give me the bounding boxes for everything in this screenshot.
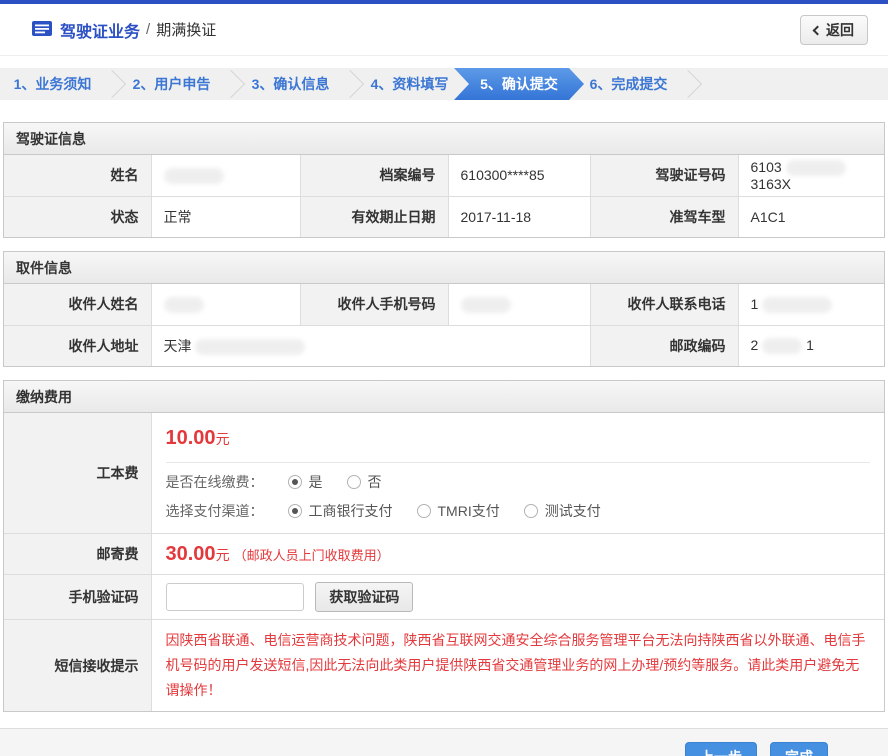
name-label: 姓名 xyxy=(4,155,151,196)
post-fee-note: （邮政人员上门收取费用） xyxy=(234,548,390,563)
steps-bar-filler xyxy=(695,68,888,100)
post-fee-label: 邮寄费 xyxy=(4,534,151,575)
postcode-value: 2 1 xyxy=(738,325,884,366)
step-confirm-info[interactable]: 3、确认信息 xyxy=(238,68,343,100)
blurred-value xyxy=(164,297,204,313)
expiry-label: 有效期止日期 xyxy=(300,196,448,237)
channel-test-radio[interactable] xyxy=(524,504,538,518)
get-code-button[interactable]: 获取验证码 xyxy=(315,582,413,612)
online-pay-no-label[interactable]: 否 xyxy=(368,472,382,492)
app-header: 驾驶证业务 / 期满换证 返回 xyxy=(0,4,888,56)
status-value: 正常 xyxy=(151,196,300,237)
blurred-value xyxy=(762,297,832,313)
table-row: 短信接收提示 因陕西省联通、电信运营商技术问题，陕西省互联网交通安全综合服务管理… xyxy=(4,620,884,712)
work-fee-cell: 10.00元 是否在线缴费： 是 否 选择支付渠道： 工商银行支付 TMRI支付 xyxy=(151,413,884,534)
postcode-label: 邮政编码 xyxy=(590,325,738,366)
blurred-value xyxy=(164,168,224,184)
step-confirm-submit-active[interactable]: 5、确认提交 xyxy=(454,68,584,100)
license-no-label: 驾驶证号码 xyxy=(590,155,738,196)
file-no-label: 档案编号 xyxy=(300,155,448,196)
payment-panel: 缴纳费用 工本费 10.00元 是否在线缴费： 是 否 选择支付渠道： xyxy=(3,380,885,712)
recipient-name-value xyxy=(151,284,300,325)
work-fee-amount: 10.00 xyxy=(166,427,216,449)
online-pay-yes-label[interactable]: 是 xyxy=(309,472,323,492)
sms-tip-text: 因陕西省联通、电信运营商技术问题，陕西省互联网交通安全综合服务管理平台无法向持陕… xyxy=(166,620,885,711)
steps-bar: 1、业务须知 2、用户申告 3、确认信息 4、资料填写 5、确认提交 6、完成提… xyxy=(0,68,888,100)
recipient-phone-value: 1 xyxy=(738,284,884,325)
vehicle-class-label: 准驾车型 xyxy=(590,196,738,237)
blurred-value xyxy=(195,339,305,355)
currency-label: 元 xyxy=(216,431,230,447)
recipient-mobile-value xyxy=(448,284,590,325)
address-prefix: 天津 xyxy=(164,338,192,354)
channel-tmri-label[interactable]: TMRI支付 xyxy=(438,501,500,521)
chevron-left-icon xyxy=(813,25,823,35)
previous-step-button[interactable]: 上一步 xyxy=(685,742,757,756)
blurred-value xyxy=(786,160,846,176)
table-row: 邮寄费 30.00元 （邮政人员上门收取费用） xyxy=(4,534,884,575)
postcode-prefix: 2 xyxy=(751,337,759,353)
channel-tmri-radio[interactable] xyxy=(417,504,431,518)
work-fee-label: 工本费 xyxy=(4,413,151,534)
payment-title: 缴纳费用 xyxy=(4,381,884,413)
table-row: 姓名 档案编号 610300****85 驾驶证号码 6103 3163X xyxy=(4,155,884,196)
recipient-phone-prefix: 1 xyxy=(751,296,759,312)
channel-test-label[interactable]: 测试支付 xyxy=(545,501,601,521)
page-title: 驾驶证业务 xyxy=(60,18,140,42)
recipient-phone-label: 收件人联系电话 xyxy=(590,284,738,325)
online-pay-yes-radio[interactable] xyxy=(288,475,302,489)
license-no-suffix: 3163X xyxy=(751,176,791,192)
step-business-notice[interactable]: 1、业务须知 xyxy=(0,68,105,100)
channel-icbc-label[interactable]: 工商银行支付 xyxy=(309,501,393,521)
sms-code-input[interactable] xyxy=(166,583,304,611)
sms-code-label: 手机验证码 xyxy=(4,575,151,620)
blurred-value xyxy=(762,338,802,354)
step-complete-submit[interactable]: 6、完成提交 xyxy=(576,68,681,100)
name-value xyxy=(151,155,300,196)
pay-channel-group: 选择支付渠道： 工商银行支付 TMRI支付 测试支付 xyxy=(166,492,885,533)
license-info-panel: 驾驶证信息 姓名 档案编号 610300****85 驾驶证号码 6103 31… xyxy=(3,122,885,238)
back-button[interactable]: 返回 xyxy=(800,15,868,45)
step-user-declaration[interactable]: 2、用户申告 xyxy=(119,68,224,100)
table-row: 手机验证码 获取验证码 xyxy=(4,575,884,620)
license-service-icon xyxy=(32,20,52,40)
table-row: 工本费 10.00元 是否在线缴费： 是 否 选择支付渠道： 工商银行支付 xyxy=(4,413,884,534)
finish-button[interactable]: 完成 xyxy=(770,742,828,756)
online-pay-label: 是否在线缴费： xyxy=(166,472,264,492)
sms-tip-label: 短信接收提示 xyxy=(4,620,151,712)
recipient-address-value: 天津 xyxy=(151,325,590,366)
recipient-address-label: 收件人地址 xyxy=(4,325,151,366)
pickup-info-title: 取件信息 xyxy=(4,252,884,284)
table-row: 状态 正常 有效期止日期 2017-11-18 准驾车型 A1C1 xyxy=(4,196,884,237)
online-pay-group: 是否在线缴费： 是 否 xyxy=(166,463,885,492)
post-fee-amount: 30.00 xyxy=(166,543,216,565)
file-no-value: 610300****85 xyxy=(448,155,590,196)
pay-channel-label: 选择支付渠道： xyxy=(166,501,264,521)
breadcrumb-separator: / xyxy=(146,21,150,38)
blurred-value xyxy=(461,297,511,313)
status-label: 状态 xyxy=(4,196,151,237)
pickup-info-panel: 取件信息 收件人姓名 收件人手机号码 收件人联系电话 1 收件人地址 天津 邮政… xyxy=(3,251,885,367)
license-no-value: 6103 3163X xyxy=(738,155,884,196)
sms-tip-cell: 因陕西省联通、电信运营商技术问题，陕西省互联网交通安全综合服务管理平台无法向持陕… xyxy=(151,620,884,712)
sms-code-cell: 获取验证码 xyxy=(151,575,884,620)
channel-icbc-radio[interactable] xyxy=(288,504,302,518)
expiry-value: 2017-11-18 xyxy=(448,196,590,237)
recipient-name-label: 收件人姓名 xyxy=(4,284,151,325)
vehicle-class-value: A1C1 xyxy=(738,196,884,237)
table-row: 收件人姓名 收件人手机号码 收件人联系电话 1 xyxy=(4,284,884,325)
license-info-title: 驾驶证信息 xyxy=(4,123,884,155)
license-no-prefix: 6103 xyxy=(751,159,782,175)
recipient-mobile-label: 收件人手机号码 xyxy=(300,284,448,325)
postcode-suffix: 1 xyxy=(806,337,814,353)
step-fill-data[interactable]: 4、资料填写 xyxy=(357,68,462,100)
footer-bar: 上一步 完成 xyxy=(0,728,888,756)
table-row: 收件人地址 天津 邮政编码 2 1 xyxy=(4,325,884,366)
online-pay-no-radio[interactable] xyxy=(347,475,361,489)
back-button-label: 返回 xyxy=(826,20,854,40)
post-fee-cell: 30.00元 （邮政人员上门收取费用） xyxy=(151,534,884,575)
currency-label: 元 xyxy=(216,547,230,563)
page-subtitle: 期满换证 xyxy=(156,19,216,40)
